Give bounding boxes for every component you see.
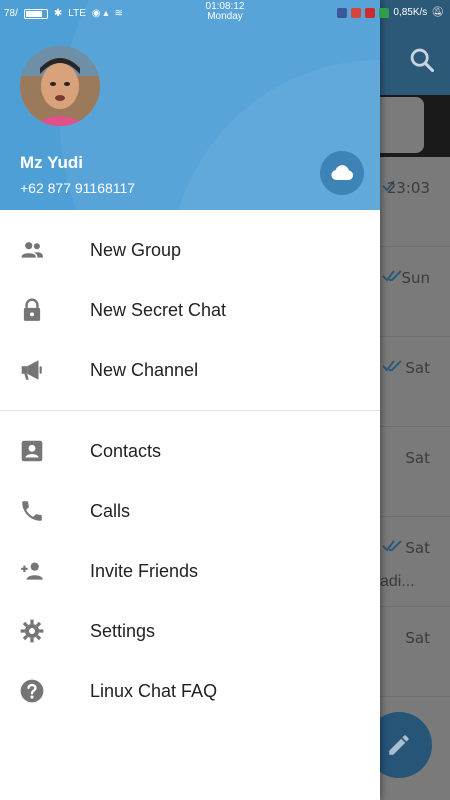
menu-item-new-channel[interactable]: New Channel — [0, 340, 380, 400]
chat-row[interactable]: Sat adi... — [380, 517, 450, 607]
menu-item-label: Contacts — [90, 441, 162, 461]
gmail-notification-icon — [351, 7, 362, 18]
status-left-text: 78/ — [4, 8, 18, 19]
chat-notification-icon — [379, 7, 390, 18]
search-icon[interactable] — [408, 46, 436, 74]
app-notification-icon — [365, 7, 376, 18]
user-name: Mz Yudi — [20, 153, 83, 172]
chat-row[interactable]: Sat — [380, 427, 450, 517]
chat-row[interactable]: Sat — [380, 607, 450, 697]
signal-icon: ◉ ▴ — [91, 8, 109, 19]
bluetooth-icon: ✱ — [53, 8, 63, 19]
chat-time: Sun — [401, 269, 430, 287]
chat-time: Sat — [405, 539, 430, 557]
facebook-notification-icon — [337, 7, 348, 18]
network-type: LTE — [68, 8, 86, 19]
drawer-menu: New Group New Secret Chat New Channel Co… — [0, 220, 380, 721]
double-check-icon — [382, 360, 402, 372]
menu-item-label: Settings — [90, 621, 156, 641]
chat-row[interactable]: Sat — [380, 337, 450, 427]
chat-time: 23:03 — [386, 179, 430, 197]
gear-icon — [20, 619, 44, 643]
avatar[interactable] — [20, 46, 100, 126]
chat-time: Sat — [405, 359, 430, 377]
menu-item-label: New Secret Chat — [90, 300, 227, 320]
contact-card-icon — [21, 440, 43, 462]
lock-icon — [23, 298, 41, 321]
help-icon — [20, 679, 44, 703]
menu-item-label: Calls — [90, 501, 131, 521]
menu-item-invite-friends[interactable]: Invite Friends — [0, 541, 380, 601]
chat-row[interactable]: Sun — [380, 247, 450, 337]
status-bar: 78/ ✱ LTE ◉ ▴ ≋ 01:08:12 Monday 0,85K/s … — [0, 0, 450, 28]
network-speed: 0,85K/s — [393, 7, 428, 18]
menu-item-settings[interactable]: Settings — [0, 601, 380, 661]
wifi-icon: ≋ — [114, 8, 123, 19]
drawer-header: Mz Yudi +62 877 91168117 — [0, 0, 380, 210]
menu-item-faq[interactable]: Linux Chat FAQ — [0, 661, 380, 721]
chat-time: Sat — [405, 449, 430, 467]
double-check-icon — [382, 540, 402, 552]
avatar-photo — [20, 46, 100, 126]
menu-item-label: New Group — [90, 240, 182, 260]
menu-item-new-group[interactable]: New Group — [0, 220, 380, 280]
menu-item-label: Invite Friends — [90, 561, 199, 581]
chat-time: Sat — [405, 629, 430, 647]
menu-item-new-secret-chat[interactable]: New Secret Chat — [0, 280, 380, 340]
cloud-icon — [331, 165, 354, 180]
chat-row[interactable]: 23:03 — [380, 157, 450, 247]
navigation-drawer: Mz Yudi +62 877 91168117 New Group New S… — [0, 0, 380, 800]
menu-item-contacts[interactable]: Contacts — [0, 421, 380, 481]
battery-icon — [23, 8, 48, 19]
phone-icon — [22, 501, 42, 521]
menu-item-label: New Channel — [90, 360, 199, 380]
menu-item-label: Linux Chat FAQ — [90, 681, 218, 701]
chat-preview: adi... — [380, 573, 415, 590]
menu-divider — [0, 410, 380, 411]
status-day: Monday — [207, 11, 243, 22]
menu-item-calls[interactable]: Calls — [0, 481, 380, 541]
megaphone-icon — [21, 360, 42, 380]
saved-messages-button[interactable] — [320, 151, 364, 195]
group-icon — [21, 242, 43, 258]
add-person-icon — [21, 562, 43, 580]
user-phone: +62 877 91168117 — [20, 180, 136, 196]
silent-bell-icon: 🔕︎ — [431, 7, 444, 18]
pencil-icon — [389, 735, 409, 755]
filter-bar — [372, 95, 450, 157]
